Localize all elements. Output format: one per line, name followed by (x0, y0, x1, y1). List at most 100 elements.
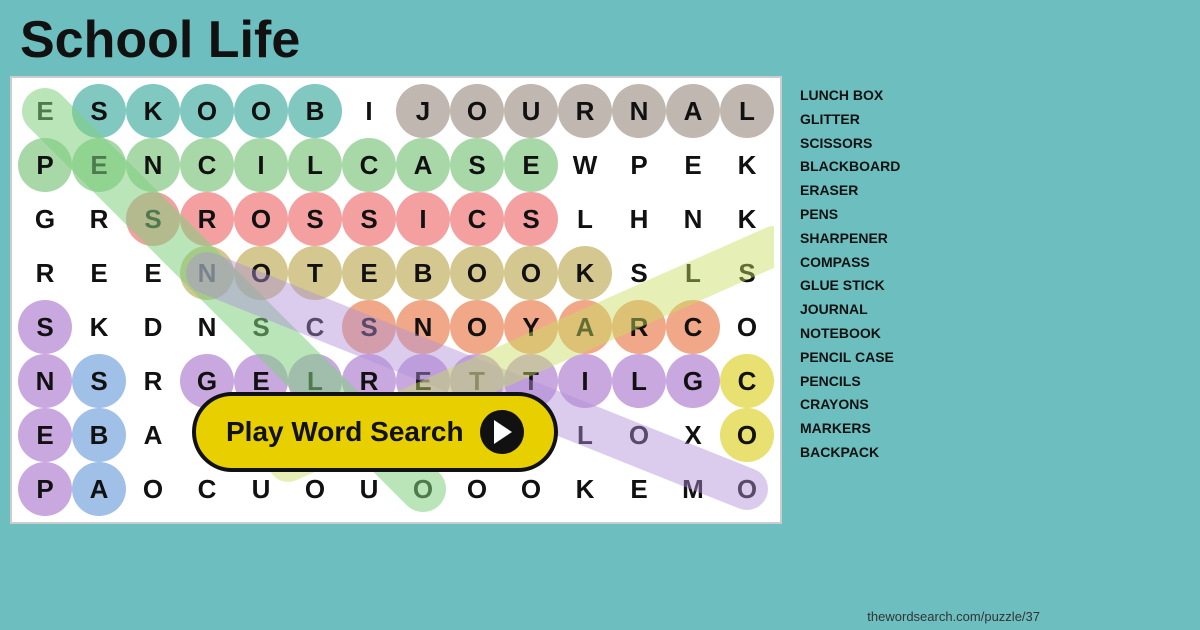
grid-cell: O (720, 408, 774, 462)
grid-cell: R (18, 246, 72, 300)
word-list-item: JOURNAL (800, 298, 932, 322)
grid-cell: K (126, 84, 180, 138)
grid-cell: S (288, 192, 342, 246)
grid-cell: L (720, 84, 774, 138)
grid-cell: O (126, 462, 180, 516)
grid-cell: O (234, 246, 288, 300)
grid-cell: N (396, 300, 450, 354)
grid-cell: S (342, 192, 396, 246)
grid-cell: A (396, 138, 450, 192)
grid-cell: I (342, 84, 396, 138)
grid-cell: R (558, 84, 612, 138)
grid-cell: O (504, 246, 558, 300)
grid-cell: H (612, 192, 666, 246)
grid-cell: G (18, 192, 72, 246)
word-list-item: LUNCH BOX (800, 84, 932, 108)
grid-cell: W (558, 138, 612, 192)
word-list-item: GLITTER (800, 108, 932, 132)
grid-cell: R (72, 192, 126, 246)
grid-cell: E (504, 138, 558, 192)
grid-cell: A (72, 462, 126, 516)
grid-cell: O (450, 246, 504, 300)
grid-cell: N (180, 246, 234, 300)
grid-cell: N (180, 300, 234, 354)
word-list-item: GLUE STICK (800, 274, 932, 298)
play-icon (480, 410, 524, 454)
grid-cell: E (72, 138, 126, 192)
grid-cell: N (612, 84, 666, 138)
grid-cell: S (612, 246, 666, 300)
grid-cell: E (126, 246, 180, 300)
word-list-item: BLACKBOARD (800, 155, 932, 179)
grid-cell: K (558, 462, 612, 516)
word-list-item: PENS (800, 203, 932, 227)
grid-cell: S (720, 246, 774, 300)
grid-cell: O (234, 192, 288, 246)
grid-cell: B (396, 246, 450, 300)
grid-cell: P (18, 138, 72, 192)
grid-cell: N (18, 354, 72, 408)
word-list-item: SHARPENER (800, 227, 932, 251)
grid-cell: K (558, 246, 612, 300)
grid-cell: E (18, 408, 72, 462)
grid-cell: B (72, 408, 126, 462)
grid-cell: R (180, 192, 234, 246)
grid-cell: S (126, 192, 180, 246)
word-list-item: MARKERS (800, 417, 932, 441)
grid-cell: C (720, 354, 774, 408)
grid-cell: L (558, 408, 612, 462)
grid-cell: K (720, 138, 774, 192)
word-list-item: SCISSORS (800, 132, 932, 156)
grid-cell: L (666, 246, 720, 300)
grid-cell: S (450, 138, 504, 192)
grid-cell: P (18, 462, 72, 516)
footer-link: thewordsearch.com/puzzle/37 (867, 609, 1040, 624)
word-list-item: COMPASS (800, 251, 932, 275)
grid-cell: U (504, 84, 558, 138)
main-area: ESKOOBIJOURNALPENCILCASEWPEKGRSROSSICSLH… (0, 76, 1200, 534)
grid-cell: I (558, 354, 612, 408)
grid-cell: E (342, 246, 396, 300)
grid-cell: S (18, 300, 72, 354)
page-title: School Life (0, 0, 1200, 76)
grid-cell: E (72, 246, 126, 300)
grid-cell: N (666, 192, 720, 246)
cta-button[interactable]: Play Word Search (192, 392, 558, 472)
grid-cell: D (126, 300, 180, 354)
word-list: LUNCH BOXGLITTERSCISSORSBLACKBOARDERASER… (792, 76, 932, 524)
cta-label: Play Word Search (226, 416, 464, 448)
grid-cell: O (720, 300, 774, 354)
word-list-item: BACKPACK (800, 441, 932, 465)
grid-cell: B (288, 84, 342, 138)
grid-cell: I (396, 192, 450, 246)
grid-cell: I (234, 138, 288, 192)
grid-cell: K (72, 300, 126, 354)
grid-cell: O (234, 84, 288, 138)
grid-cell: E (18, 84, 72, 138)
grid-cell: E (612, 462, 666, 516)
grid-cell: S (72, 354, 126, 408)
word-list-item: PENCIL CASE (800, 346, 932, 370)
grid-container: ESKOOBIJOURNALPENCILCASEWPEKGRSROSSICSLH… (10, 76, 782, 524)
grid-cell: C (342, 138, 396, 192)
grid-cell: O (180, 84, 234, 138)
grid-cell: O (720, 462, 774, 516)
grid-cell: L (612, 354, 666, 408)
word-list-item: CRAYONS (800, 393, 932, 417)
grid-cell: A (126, 408, 180, 462)
grid-cell: M (666, 462, 720, 516)
grid-cell: T (288, 246, 342, 300)
word-list-item: ERASER (800, 179, 932, 203)
grid-cell: O (450, 300, 504, 354)
grid-cell: S (504, 192, 558, 246)
grid-cell: N (126, 138, 180, 192)
grid-cell: L (558, 192, 612, 246)
grid-cell: K (720, 192, 774, 246)
grid-cell: O (612, 408, 666, 462)
grid-cell: C (666, 300, 720, 354)
grid-cell: S (72, 84, 126, 138)
grid-cell: P (612, 138, 666, 192)
grid-cell: G (666, 354, 720, 408)
grid-cell: A (558, 300, 612, 354)
word-list-item: NOTEBOOK (800, 322, 932, 346)
